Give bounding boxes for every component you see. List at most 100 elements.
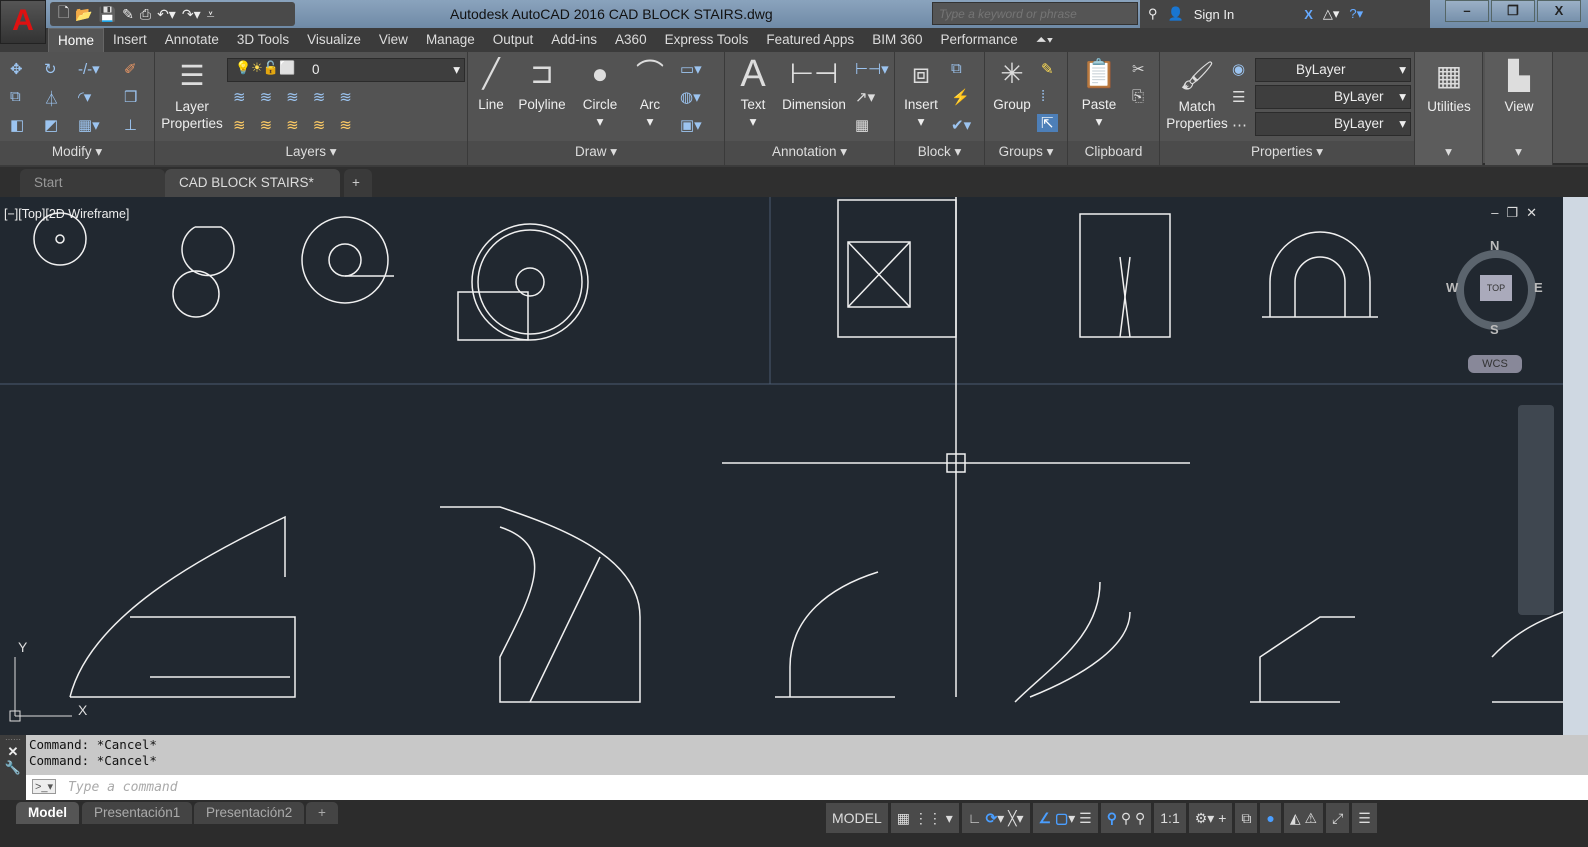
tab-annotate[interactable]: Annotate: [156, 28, 228, 52]
table-icon[interactable]: ▦: [855, 116, 869, 134]
viewcube[interactable]: TOP N S W E: [1446, 238, 1543, 340]
tab-express-tools[interactable]: Express Tools: [656, 28, 758, 52]
erase-icon[interactable]: ✐: [124, 60, 137, 78]
new-icon[interactable]: 🗋: [58, 2, 69, 26]
tab-output[interactable]: Output: [484, 28, 543, 52]
edit-attributes-icon[interactable]: ✔▾: [951, 116, 971, 134]
restore-button[interactable]: ❐: [1491, 0, 1535, 22]
layer-tools-row2-icons[interactable]: ≋≋≋≋≋: [233, 116, 366, 134]
open-icon[interactable]: 📂: [75, 6, 92, 23]
help-search-input[interactable]: [932, 2, 1138, 25]
drawing-viewport[interactable]: [−][Top][2D Wireframe] ‒❐✕ Y X TOP N S W…: [0, 197, 1563, 735]
fullscreen-icon[interactable]: ⤢: [1326, 803, 1350, 833]
mirror-icon[interactable]: ⏃: [44, 88, 59, 109]
view-expand[interactable]: ▾: [1485, 141, 1552, 165]
line-button[interactable]: ╱ Line: [474, 56, 508, 113]
tab-featured-apps[interactable]: Featured Apps: [757, 28, 863, 52]
undo-icon[interactable]: ↶▾: [157, 6, 176, 23]
block-panel-title[interactable]: Block ▾: [895, 141, 984, 165]
view-panel[interactable]: ▙ View ▾: [1485, 52, 1553, 165]
properties-panel-title[interactable]: Properties ▾: [1160, 141, 1414, 165]
command-line-handle[interactable]: ⋯⋯ ✕ 🔧: [0, 735, 26, 800]
rectangle-icon[interactable]: ▭▾: [680, 60, 702, 78]
isolate-icon[interactable]: ⧉: [1235, 803, 1258, 833]
groups-panel-title[interactable]: Groups ▾: [985, 141, 1067, 165]
edit-block-icon[interactable]: ⚡: [951, 88, 970, 106]
file-tab-current[interactable]: CAD BLOCK STAIRS* ✕: [165, 169, 340, 218]
fillet-icon[interactable]: ◜▾: [78, 88, 91, 106]
group-selection-icon[interactable]: ⇱: [1037, 114, 1058, 132]
layer-properties-button[interactable]: ☰ Layer Properties: [160, 58, 224, 132]
circle-button[interactable]: ● Circle ▾: [578, 56, 622, 130]
create-block-icon[interactable]: ⧉: [951, 60, 962, 77]
offset-icon[interactable]: ⊥: [124, 116, 137, 134]
draw-panel-title[interactable]: Draw ▾: [468, 141, 724, 165]
layout-tab-model[interactable]: Model: [16, 802, 79, 824]
move-icon[interactable]: ✥: [10, 60, 23, 78]
add-layout-button[interactable]: +: [306, 802, 338, 824]
file-tab-start[interactable]: Start: [20, 169, 165, 197]
print-icon[interactable]: ⎙: [140, 6, 151, 23]
vertical-scrollbar[interactable]: [1563, 197, 1588, 735]
viewcube-top-face[interactable]: TOP: [1480, 275, 1512, 301]
utilities-expand[interactable]: ▾: [1415, 141, 1482, 165]
tab-home[interactable]: Home: [48, 28, 105, 52]
tab-visualize[interactable]: Visualize: [298, 28, 370, 52]
customization-menu-icon[interactable]: ☰: [1352, 803, 1377, 833]
view-button[interactable]: ▙ View: [1485, 58, 1553, 115]
stretch-icon[interactable]: ◧: [10, 116, 24, 134]
help-icon[interactable]: ?▾: [1349, 6, 1363, 22]
grid-icon[interactable]: ▦ ⋮⋮ ▾: [890, 803, 959, 833]
minimize-button[interactable]: –: [1445, 0, 1489, 22]
group-edit-icon[interactable]: ⁞: [1041, 88, 1045, 105]
layout-tab-presentacion2[interactable]: Presentación2: [194, 802, 305, 824]
group-button[interactable]: ✳ Group: [989, 56, 1035, 113]
match-properties-button[interactable]: 🖌 Match Properties: [1162, 58, 1232, 132]
minimize-ribbon-button[interactable]: ⏶▾: [1027, 28, 1062, 52]
text-button[interactable]: A Text ▾: [733, 55, 773, 130]
customize-icon[interactable]: ⩡: [207, 6, 215, 23]
save-icon[interactable]: 💾: [99, 6, 116, 23]
close-command-line-icon[interactable]: ✕: [0, 744, 26, 760]
rotate-icon[interactable]: ↻: [44, 60, 57, 78]
trim-icon[interactable]: -/-▾: [78, 60, 100, 78]
close-button[interactable]: X: [1537, 0, 1581, 22]
layer-tools-row1-icons[interactable]: ≋≋≋≋≋: [233, 88, 366, 106]
annotation-panel-title[interactable]: Annotation ▾: [725, 141, 894, 165]
compass-s[interactable]: S: [1490, 322, 1499, 337]
cut-icon[interactable]: ✂: [1132, 60, 1145, 78]
utilities-button[interactable]: ▦ Utilities: [1415, 58, 1483, 115]
model-space-button[interactable]: MODEL: [826, 803, 888, 833]
compass-w[interactable]: W: [1446, 280, 1458, 295]
hardware-accel-icon[interactable]: ●: [1260, 803, 1281, 833]
layout-tab-presentacion1[interactable]: Presentación1: [82, 802, 193, 824]
ortho-icon[interactable]: ∟ ⟳▾ ╳▾: [961, 803, 1030, 833]
tab-view[interactable]: View: [370, 28, 417, 52]
tab-a360[interactable]: A360: [606, 28, 656, 52]
boundary-icon[interactable]: ▣▾: [680, 116, 702, 134]
binoculars-icon[interactable]: ⚲: [1148, 6, 1158, 22]
tab-insert[interactable]: Insert: [104, 28, 156, 52]
isodraft-icon[interactable]: ∠ ▢▾ ☰: [1032, 803, 1098, 833]
linetype-dropdown[interactable]: ByLayer: [1255, 85, 1411, 109]
copy-clip-icon[interactable]: ⎘: [1132, 88, 1144, 105]
explode-icon[interactable]: ❒: [124, 88, 137, 106]
paste-button[interactable]: 📋 Paste ▾: [1074, 56, 1124, 130]
scale-icon[interactable]: ◩: [44, 116, 58, 134]
leader-icon[interactable]: ↗▾: [855, 88, 875, 106]
layers-panel-title[interactable]: Layers ▾: [155, 141, 467, 165]
modify-panel-title[interactable]: Modify ▾: [0, 141, 154, 165]
customize-wrench-icon[interactable]: 🔧: [0, 760, 26, 776]
performance-icon[interactable]: ◭ ⚠: [1283, 803, 1324, 833]
navigation-bar[interactable]: [1518, 405, 1554, 615]
application-menu-button[interactable]: A: [0, 0, 46, 44]
annotation-visibility-icon[interactable]: ⚲ ⚲ ⚲: [1100, 803, 1152, 833]
polyline-button[interactable]: ⊐ Polyline: [514, 56, 570, 113]
annotation-scale[interactable]: 1:1: [1154, 803, 1186, 833]
command-input[interactable]: Type a command: [26, 775, 1588, 800]
a360-icon[interactable]: △▾: [1323, 6, 1340, 22]
linear-dim-icon[interactable]: ⊢⊣▾: [855, 60, 889, 78]
color-dropdown[interactable]: ByLayer: [1255, 58, 1411, 82]
compass-e[interactable]: E: [1534, 280, 1543, 295]
tab-manage[interactable]: Manage: [417, 28, 484, 52]
